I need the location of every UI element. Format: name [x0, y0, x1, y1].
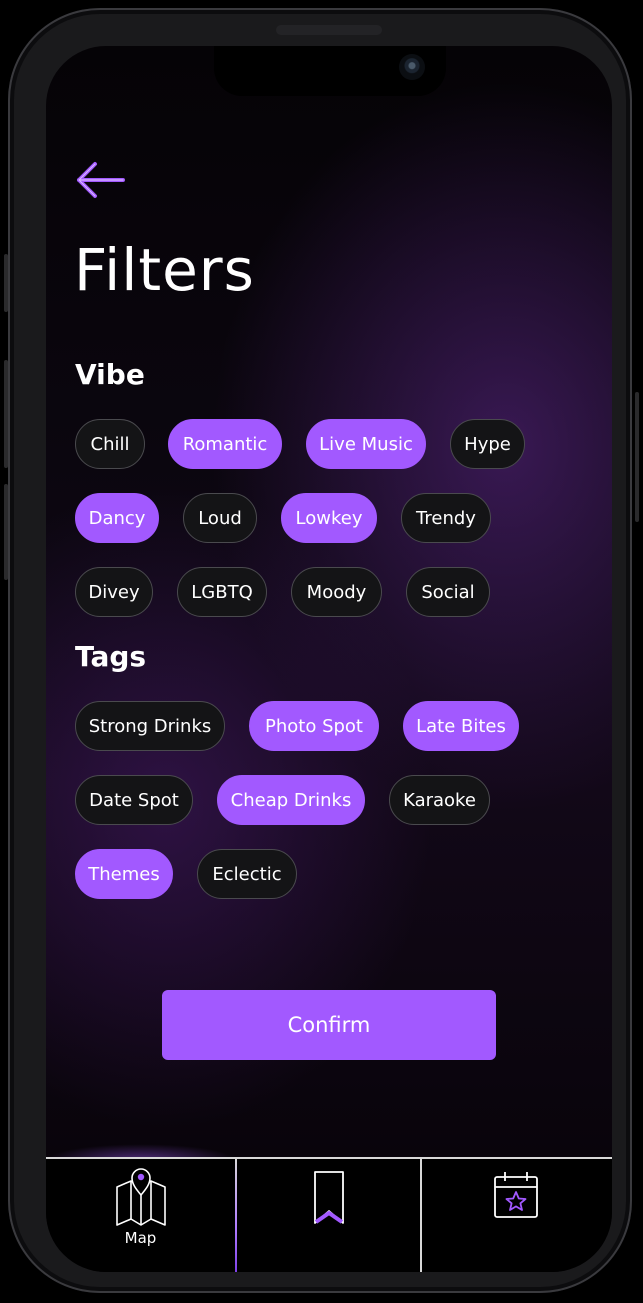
calendar-star-icon	[494, 1172, 538, 1218]
tags-heading: Tags	[75, 640, 147, 673]
tab-saved[interactable]	[236, 1159, 421, 1272]
tab-map-label: Map	[124, 1229, 157, 1247]
chip-strong-drinks[interactable]: Strong Drinks	[75, 701, 225, 751]
tags-row-1: Strong Drinks Photo Spot Late Bites	[75, 701, 519, 751]
chip-live-music[interactable]: Live Music	[306, 419, 426, 469]
notch	[214, 46, 446, 96]
chip-romantic[interactable]: Romantic	[168, 419, 282, 469]
app-screen: Filters Vibe Chill Romantic Live Music H…	[46, 46, 612, 1272]
power-button	[635, 392, 639, 522]
chip-photo-spot[interactable]: Photo Spot	[249, 701, 379, 751]
chip-divey[interactable]: Divey	[75, 567, 153, 617]
bottom-tab-bar: Map	[46, 1157, 612, 1272]
chip-dancy[interactable]: Dancy	[75, 493, 159, 543]
chip-lowkey[interactable]: Lowkey	[281, 493, 377, 543]
confirm-button[interactable]: Confirm	[162, 990, 496, 1060]
phone-frame: Filters Vibe Chill Romantic Live Music H…	[8, 8, 632, 1293]
chip-date-spot[interactable]: Date Spot	[75, 775, 193, 825]
tab-map[interactable]: Map	[46, 1159, 235, 1272]
chip-loud[interactable]: Loud	[183, 493, 257, 543]
chip-trendy[interactable]: Trendy	[401, 493, 491, 543]
chip-social[interactable]: Social	[406, 567, 490, 617]
vibe-heading: Vibe	[75, 358, 145, 391]
back-button[interactable]	[74, 158, 128, 202]
chip-hype[interactable]: Hype	[450, 419, 525, 469]
chip-late-bites[interactable]: Late Bites	[403, 701, 519, 751]
tags-row-3: Themes Eclectic	[75, 849, 297, 899]
vibe-row-1: Chill Romantic Live Music Hype	[75, 419, 525, 469]
tab-events[interactable]	[422, 1159, 610, 1272]
map-icon	[115, 1168, 166, 1226]
bookmark-icon	[313, 1171, 344, 1224]
page-title: Filters	[74, 236, 255, 304]
chip-eclectic[interactable]: Eclectic	[197, 849, 297, 899]
chip-cheap-drinks[interactable]: Cheap Drinks	[217, 775, 365, 825]
chip-karaoke[interactable]: Karaoke	[389, 775, 490, 825]
earpiece-speaker	[276, 25, 382, 35]
chip-lgbtq[interactable]: LGBTQ	[177, 567, 267, 617]
front-camera	[399, 54, 425, 80]
chip-themes[interactable]: Themes	[75, 849, 173, 899]
vibe-row-2: Dancy Loud Lowkey Trendy	[75, 493, 491, 543]
chip-chill[interactable]: Chill	[75, 419, 145, 469]
vibe-row-3: Divey LGBTQ Moody Social	[75, 567, 490, 617]
back-arrow-icon	[77, 162, 125, 198]
chip-moody[interactable]: Moody	[291, 567, 382, 617]
tags-row-2: Date Spot Cheap Drinks Karaoke	[75, 775, 490, 825]
